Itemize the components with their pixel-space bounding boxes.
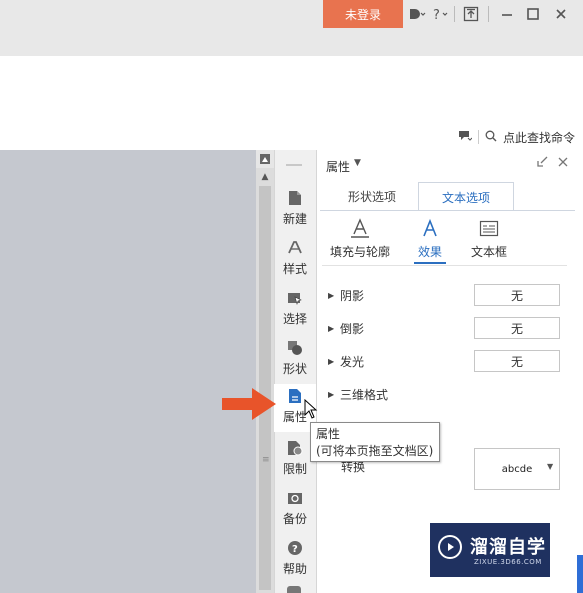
row-3d-format[interactable]: ▶ 三维格式	[328, 383, 388, 405]
panel-close-icon[interactable]	[557, 156, 569, 172]
text-effect-icon	[420, 218, 440, 240]
login-button[interactable]: 未登录	[323, 0, 403, 28]
mouse-cursor-icon	[304, 399, 318, 419]
help-icon[interactable]: ?	[430, 4, 452, 24]
shadow-select[interactable]: 无	[474, 284, 560, 306]
tab-text-options[interactable]: 文本选项	[418, 182, 514, 211]
watermark-url: ZIXUE.3D66.COM	[474, 558, 542, 566]
select-icon	[287, 290, 303, 306]
titlebar-divider	[454, 6, 455, 22]
restore-ribbon-icon[interactable]	[460, 4, 482, 24]
expand-icon[interactable]: ▶	[328, 291, 340, 300]
shape-icon	[287, 340, 303, 356]
command-search[interactable]: 点此查找命令	[458, 128, 575, 146]
tool-shape[interactable]: 形状	[274, 336, 316, 384]
tool-shape-label: 形状	[282, 362, 307, 376]
watermark-name: 溜溜自学	[470, 537, 546, 558]
tooltip-description: (可将本页拖至文档区)	[316, 444, 434, 458]
row-shadow[interactable]: ▶ 阴影	[328, 284, 364, 306]
toolbar-handle	[286, 164, 302, 166]
panel-title[interactable]: 属性	[326, 158, 350, 175]
close-icon[interactable]	[550, 4, 572, 24]
subtab-fill-outline[interactable]: 填充与轮廓	[326, 218, 394, 262]
active-subtab-indicator	[414, 262, 446, 264]
tool-restrict-label: 限制	[282, 462, 307, 476]
row-3d-format-label: 三维格式	[340, 387, 389, 402]
tool-new-label: 新建	[282, 212, 307, 226]
panel-menu-caret-icon[interactable]: ▼	[354, 158, 361, 168]
row-glow-label: 发光	[340, 354, 365, 369]
chevron-down-icon[interactable]: ▼	[547, 462, 553, 471]
settings-icon[interactable]	[287, 586, 301, 593]
subtab-divider	[322, 265, 567, 266]
text-box-icon	[479, 218, 499, 240]
subtab-fill-outline-label: 填充与轮廓	[329, 245, 390, 259]
expand-icon[interactable]: ▶	[328, 390, 340, 399]
row-shadow-label: 阴影	[340, 288, 365, 303]
annotation-arrow-icon	[222, 388, 276, 420]
panel-toggle-icon[interactable]	[256, 150, 274, 168]
titlebar-divider	[488, 6, 489, 22]
scroll-up-icon[interactable]: ▲	[258, 172, 272, 182]
search-label[interactable]: 点此查找命令	[503, 129, 575, 146]
tooltip: 属性 (可将本页拖至文档区)	[310, 422, 440, 462]
tool-backup-label: 备份	[282, 512, 307, 526]
transform-value: abcde	[501, 463, 533, 475]
search-icon	[485, 130, 497, 145]
resize-grip-icon[interactable]: ≡	[262, 455, 270, 465]
tool-select-label: 选择	[282, 312, 307, 326]
tab-shape-options[interactable]: 形状选项	[326, 182, 418, 210]
tool-style-label: 样式	[282, 262, 307, 276]
skin-icon[interactable]	[406, 4, 428, 24]
row-glow[interactable]: ▶ 发光	[328, 350, 364, 372]
subtab-text-box[interactable]: 文本框	[466, 218, 512, 262]
comment-icon[interactable]	[458, 130, 473, 145]
style-icon	[287, 240, 303, 256]
glow-select[interactable]: 无	[474, 350, 560, 372]
row-reflection[interactable]: ▶ 倒影	[328, 317, 364, 339]
subtab-effect[interactable]: 效果	[410, 218, 450, 262]
svg-text:?: ?	[433, 8, 440, 21]
text-fill-icon	[350, 218, 370, 240]
tool-help[interactable]: ? 帮助	[274, 536, 316, 584]
property-icon	[287, 388, 303, 404]
watermark-logo-icon	[438, 535, 462, 559]
tooltip-title: 属性	[316, 427, 341, 441]
subtab-text-box-label: 文本框	[470, 245, 507, 259]
tool-help-label: 帮助	[282, 562, 307, 576]
svg-text:?: ?	[292, 544, 298, 555]
expand-icon[interactable]: ▶	[328, 357, 340, 366]
tool-backup[interactable]: 备份	[274, 486, 316, 534]
search-divider	[478, 130, 479, 144]
row-reflection-label: 倒影	[340, 321, 365, 336]
help-circle-icon: ?	[287, 540, 303, 556]
new-doc-icon	[287, 190, 303, 206]
tab-divider	[320, 210, 575, 211]
tool-style[interactable]: 样式	[274, 236, 316, 284]
restrict-icon	[287, 440, 303, 456]
document-area[interactable]	[0, 150, 256, 593]
expand-icon[interactable]: ▶	[328, 324, 340, 333]
subtab-effect-label: 效果	[417, 245, 442, 259]
reflection-select[interactable]: 无	[474, 317, 560, 339]
tool-new[interactable]: 新建	[274, 186, 316, 234]
maximize-icon[interactable]	[522, 4, 544, 24]
minimize-icon[interactable]	[496, 4, 518, 24]
collapse-panel-icon[interactable]	[536, 156, 548, 171]
backup-icon	[287, 490, 303, 506]
window-edge	[577, 555, 583, 593]
tool-select[interactable]: 选择	[274, 286, 316, 334]
